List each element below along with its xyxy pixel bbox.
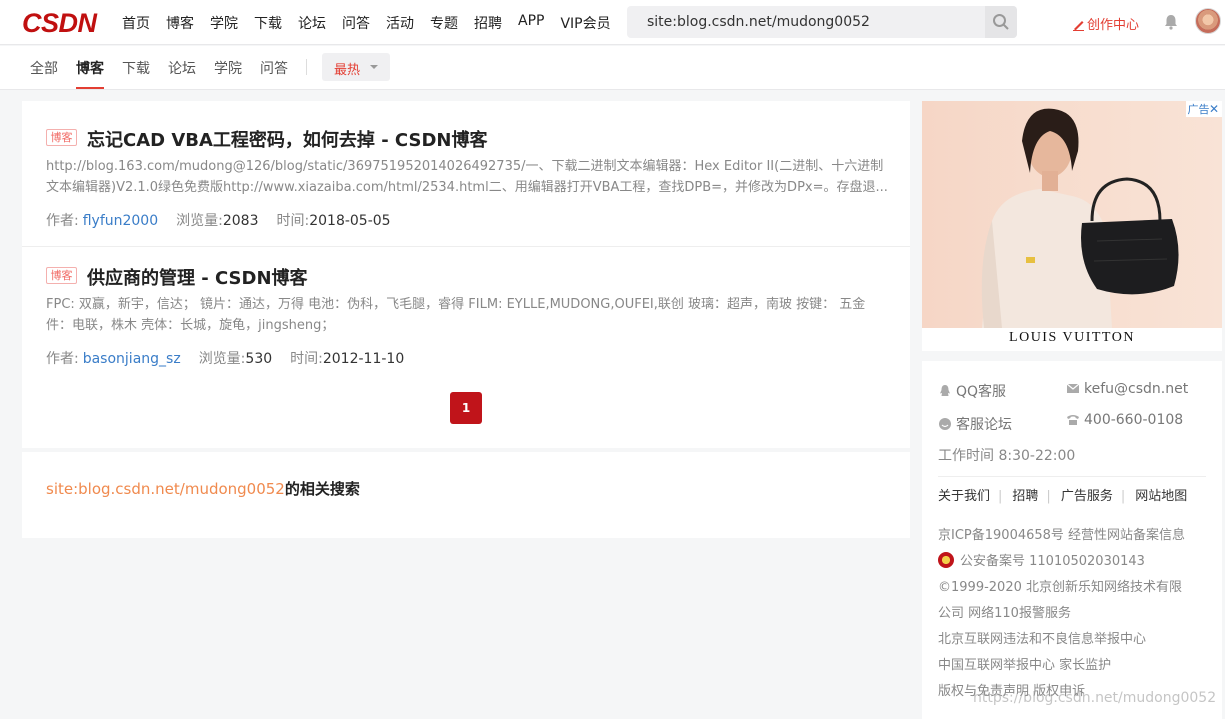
link-separator: | bbox=[1120, 489, 1126, 504]
tab-all[interactable]: 全部 bbox=[30, 58, 58, 78]
views-count: 530 bbox=[245, 351, 273, 367]
result-snippet: FPC: 双赢，新宇，信达； 镜片：通达，万得 电池：伪科，飞毛腿，睿得 FIL… bbox=[46, 297, 866, 333]
nav-item-topics[interactable]: 专题 bbox=[430, 13, 458, 33]
tab-forum[interactable]: 论坛 bbox=[168, 58, 196, 78]
nav-item-jobs[interactable]: 招聘 bbox=[474, 13, 502, 33]
police-record-line[interactable]: 公安备案号 11010502030143 bbox=[938, 550, 1145, 569]
ad-brand-name: LOUIS VUITTON bbox=[1009, 330, 1135, 345]
support-forum-label: 客服论坛 bbox=[956, 417, 1012, 433]
watermark-text: https://blog.csdn.net/mudong0052 bbox=[973, 690, 1217, 706]
qq-icon bbox=[940, 385, 950, 396]
result-snippet: http://blog.163.com/mudong@126/blog/stat… bbox=[46, 159, 888, 195]
tab-qa[interactable]: 问答 bbox=[260, 58, 288, 78]
author-link[interactable]: basonjiang_sz bbox=[83, 351, 181, 367]
time-label: 时间: bbox=[276, 213, 310, 229]
site-footer: QQ客服 kefu@csdn.net 客服论坛 400-660-0108 工作时… bbox=[922, 361, 1222, 719]
footer-links: 关于我们 | 招聘 | 广告服务 | 网站地图 bbox=[938, 485, 1195, 504]
author-link[interactable]: flyfun2000 bbox=[83, 213, 158, 229]
email-address: kefu@csdn.net bbox=[1084, 381, 1189, 397]
search-results-panel: 博客 忘记CAD VBA工程密码，如何去掉 - CSDN博客 http://bl… bbox=[22, 101, 910, 448]
author-label: 作者: bbox=[46, 213, 79, 229]
phone-icon bbox=[1067, 415, 1079, 425]
ad-image bbox=[922, 101, 1222, 328]
sort-dropdown[interactable]: 最热 bbox=[322, 53, 390, 81]
tab-download[interactable]: 下载 bbox=[122, 58, 150, 78]
tab-academy[interactable]: 学院 bbox=[214, 58, 242, 78]
link-separator: | bbox=[998, 489, 1003, 504]
nav-item-qa[interactable]: 问答 bbox=[342, 13, 370, 33]
report-center-link[interactable]: 北京互联网违法和不良信息举报中心 bbox=[938, 628, 1146, 647]
page-1-button[interactable]: 1 bbox=[450, 392, 482, 424]
search-button[interactable] bbox=[985, 6, 1017, 38]
tab-blog[interactable]: 博客 bbox=[76, 58, 104, 89]
tab-divider bbox=[306, 59, 307, 75]
police-record-text: 公安备案号 11010502030143 bbox=[960, 554, 1145, 569]
nav-item-events[interactable]: 活动 bbox=[386, 13, 414, 33]
csdn-logo[interactable]: CSDN bbox=[22, 8, 97, 39]
notification-bell-icon[interactable] bbox=[1162, 13, 1180, 35]
ad-label-text: 广告 bbox=[1187, 103, 1210, 116]
internet-report-link[interactable]: 中国互联网举报中心 家长监护 bbox=[938, 654, 1111, 673]
publish-date: 2012-11-10 bbox=[322, 351, 405, 367]
result-type-badge: 博客 bbox=[46, 129, 77, 146]
result-title-link[interactable]: 供应商的管理 - CSDN博客 bbox=[87, 264, 308, 290]
result-divider bbox=[22, 246, 910, 247]
creation-center-link[interactable]: 创作中心 bbox=[1072, 14, 1139, 33]
nav-item-download[interactable]: 下载 bbox=[254, 13, 282, 33]
nav-item-vip[interactable]: VIP会员 bbox=[560, 13, 610, 33]
nav-item-home[interactable]: 首页 bbox=[122, 13, 150, 33]
mail-icon bbox=[1066, 383, 1080, 393]
user-avatar[interactable] bbox=[1195, 8, 1221, 34]
copyright-line-cont[interactable]: 公司 网络110报警服务 bbox=[938, 602, 1071, 621]
related-suffix: 的相关搜索 bbox=[284, 480, 360, 498]
nav-item-forum[interactable]: 论坛 bbox=[298, 13, 326, 33]
result-meta: 作者: basonjiang_sz 浏览量:530 时间:2012-11-10 bbox=[46, 348, 404, 368]
publish-date: 2018-05-05 bbox=[309, 213, 391, 229]
nav-item-blog[interactable]: 博客 bbox=[166, 13, 194, 33]
qq-support-link[interactable]: QQ客服 bbox=[938, 381, 1006, 401]
top-header: CSDN 首页 博客 学院 下载 论坛 问答 活动 专题 招聘 APP VIP会… bbox=[0, 0, 1225, 45]
nav-item-academy[interactable]: 学院 bbox=[210, 13, 238, 33]
main-nav: 首页 博客 学院 下载 论坛 问答 活动 专题 招聘 APP VIP会员 bbox=[122, 13, 627, 33]
views-label: 浏览量: bbox=[198, 351, 246, 367]
pen-icon bbox=[1073, 21, 1084, 31]
result-type-badge: 博客 bbox=[46, 267, 77, 284]
support-forum-link[interactable]: 客服论坛 bbox=[938, 414, 1012, 434]
related-searches: site:blog.csdn.net/mudong0052的相关搜索 bbox=[22, 452, 910, 538]
footer-link-about[interactable]: 关于我们 bbox=[938, 489, 990, 504]
search-icon bbox=[993, 14, 1009, 30]
related-keyword-link[interactable]: site:blog.csdn.net/mudong0052 bbox=[46, 480, 285, 498]
footer-link-jobs[interactable]: 招聘 bbox=[1012, 489, 1038, 504]
link-separator: | bbox=[1046, 489, 1051, 504]
footer-link-sitemap[interactable]: 网站地图 bbox=[1135, 489, 1187, 504]
related-search-heading: site:blog.csdn.net/mudong0052的相关搜索 bbox=[46, 478, 360, 499]
result-title-link[interactable]: 忘记CAD VBA工程密码，如何去掉 - CSDN博客 bbox=[87, 126, 487, 152]
creation-center-label: 创作中心 bbox=[1087, 18, 1140, 33]
phone-number: 400-660-0108 bbox=[1066, 412, 1183, 428]
result-type-tabs: 全部 博客 下载 论坛 学院 问答 最热 bbox=[0, 46, 1225, 90]
work-hours: 工作时间 8:30-22:00 bbox=[938, 448, 1076, 464]
police-badge-icon bbox=[938, 552, 954, 568]
time-label: 时间: bbox=[290, 351, 323, 367]
copyright-line: ©1999-2020 北京创新乐知网络技术有限 bbox=[938, 580, 1182, 595]
phone-text: 400-660-0108 bbox=[1084, 412, 1184, 428]
qq-support-label: QQ客服 bbox=[956, 384, 1007, 400]
views-count: 2083 bbox=[222, 213, 259, 229]
sort-label: 最热 bbox=[334, 63, 361, 78]
author-label: 作者: bbox=[46, 351, 79, 367]
search-query-text[interactable]: site:blog.csdn.net/mudong0052 bbox=[647, 14, 870, 30]
chevron-down-icon bbox=[370, 65, 378, 69]
forum-icon bbox=[939, 418, 951, 430]
views-label: 浏览量: bbox=[176, 213, 223, 229]
footer-link-ads[interactable]: 广告服务 bbox=[1061, 489, 1113, 504]
nav-item-app[interactable]: APP bbox=[518, 13, 544, 33]
advertisement[interactable]: LOUIS VUITTON 广告 ✕ bbox=[922, 101, 1222, 351]
footer-divider bbox=[938, 476, 1206, 477]
icp-record-link[interactable]: 京ICP备19004658号 经营性网站备案信息 bbox=[938, 524, 1185, 543]
result-meta: 作者: flyfun2000 浏览量:2083 时间:2018-05-05 bbox=[46, 210, 391, 230]
email-link[interactable]: kefu@csdn.net bbox=[1066, 381, 1188, 397]
close-ad-icon[interactable]: ✕ bbox=[1209, 102, 1219, 116]
search-input[interactable]: site:blog.csdn.net/mudong0052 bbox=[627, 6, 1017, 38]
